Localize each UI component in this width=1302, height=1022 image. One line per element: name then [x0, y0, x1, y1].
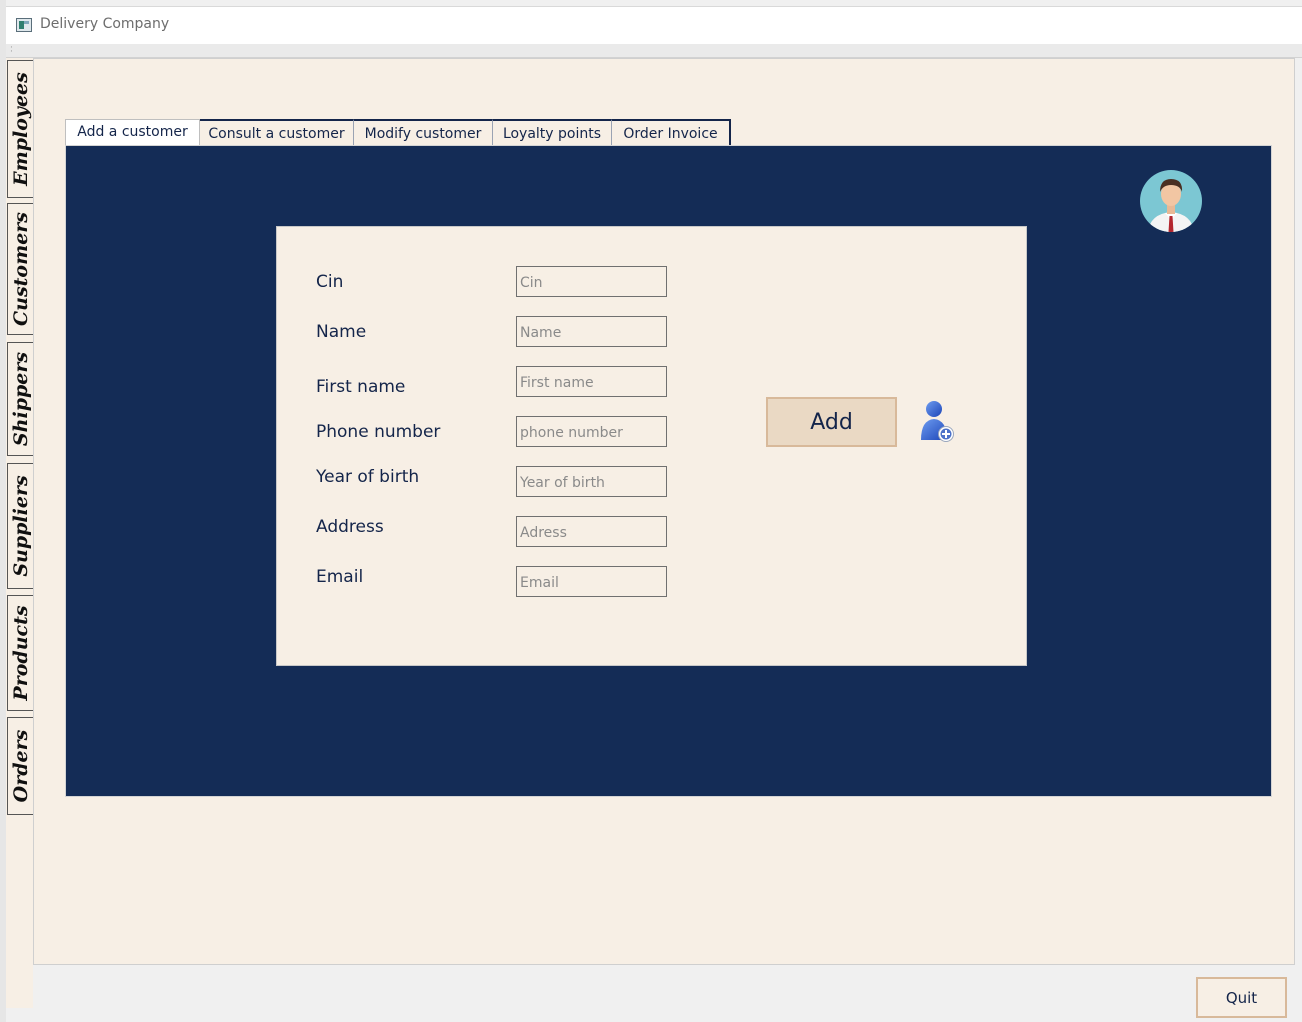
- cin-label: Cin: [316, 272, 344, 292]
- first-name-label: First name: [316, 377, 406, 397]
- quit-button[interactable]: Quit: [1196, 977, 1287, 1018]
- side-tab-label: Shippers: [9, 351, 32, 447]
- name-field[interactable]: [516, 316, 667, 347]
- address-label: Address: [316, 517, 384, 537]
- side-tab-employees[interactable]: Employees: [7, 60, 33, 198]
- cin-field[interactable]: [516, 266, 667, 297]
- grip-handle-icon: · ·: [10, 43, 13, 57]
- email-field[interactable]: [516, 566, 667, 597]
- name-label: Name: [316, 322, 367, 342]
- app-window-icon: [16, 18, 32, 32]
- phone-number-field[interactable]: [516, 416, 667, 447]
- side-tab-orders[interactable]: Orders: [7, 717, 33, 815]
- side-tab-customers[interactable]: Customers: [7, 203, 33, 335]
- year-of-birth-label: Year of birth: [316, 467, 420, 487]
- tab-consult-customer[interactable]: Consult a customer: [200, 119, 354, 145]
- year-of-birth-field[interactable]: [516, 466, 667, 497]
- window-title: Delivery Company: [40, 16, 170, 32]
- side-tab-label: Orders: [9, 729, 32, 803]
- side-tab-label: Employees: [9, 72, 32, 186]
- first-name-field[interactable]: [516, 366, 667, 397]
- side-tab-label: Products: [9, 605, 32, 701]
- address-field[interactable]: [516, 516, 667, 547]
- email-label: Email: [316, 567, 364, 587]
- side-tab-products[interactable]: Products: [7, 595, 33, 711]
- tab-order-invoice[interactable]: Order Invoice: [612, 119, 731, 145]
- title-bar: Delivery Company: [6, 6, 1302, 45]
- add-customer-button[interactable]: Add: [766, 397, 897, 447]
- add-user-icon: [918, 398, 956, 444]
- side-tab-suppliers[interactable]: Suppliers: [7, 463, 33, 589]
- side-tab-shippers[interactable]: Shippers: [7, 342, 33, 456]
- side-tab-label: Customers: [9, 212, 32, 326]
- menu-strip: · ·: [6, 44, 1302, 58]
- tab-modify-customer[interactable]: Modify customer: [354, 119, 493, 145]
- side-tab-label: Suppliers: [9, 475, 32, 577]
- tab-loyalty-points[interactable]: Loyalty points: [493, 119, 612, 145]
- phone-number-label: Phone number: [316, 422, 441, 442]
- businessman-avatar-icon: [1140, 170, 1202, 232]
- tab-add-customer[interactable]: Add a customer: [65, 119, 200, 146]
